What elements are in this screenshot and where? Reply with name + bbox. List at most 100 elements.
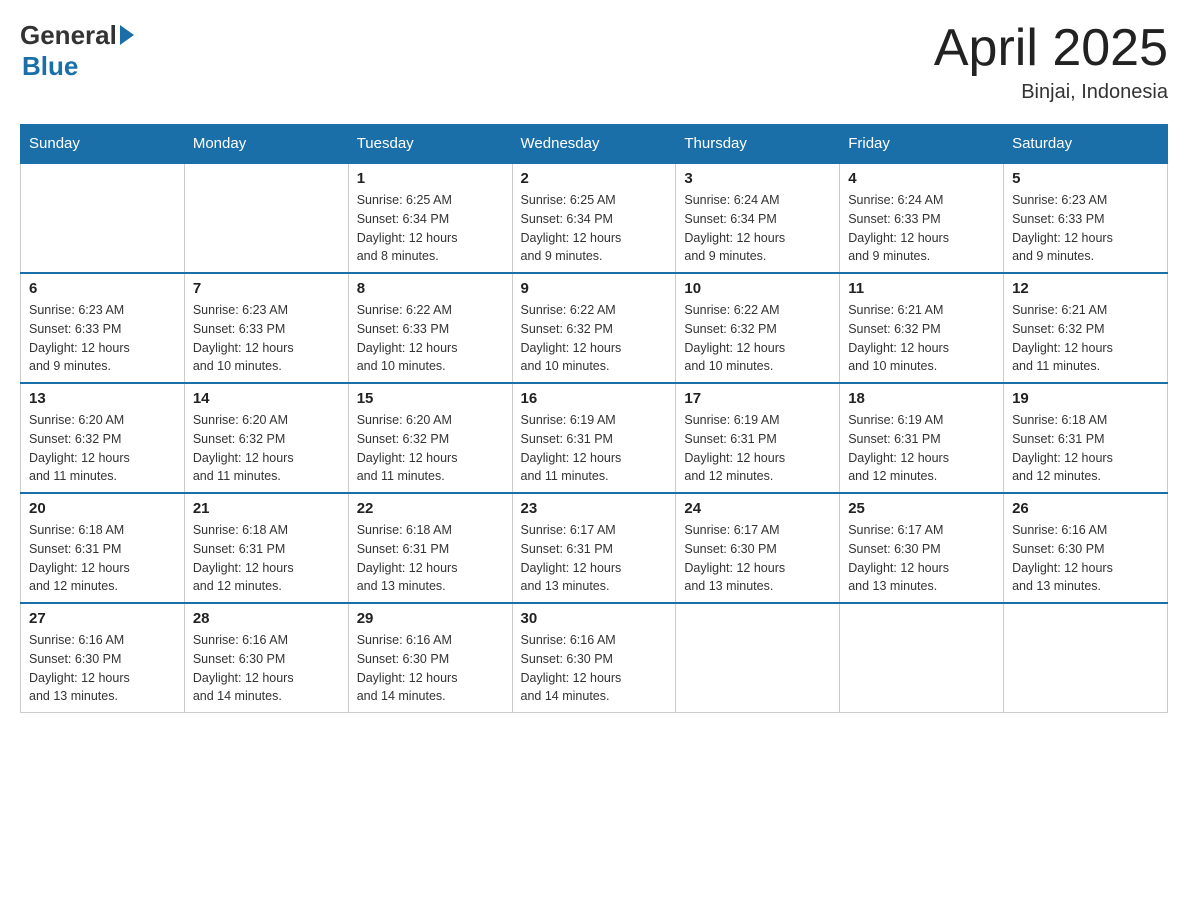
- day-info: Sunrise: 6:23 AMSunset: 6:33 PMDaylight:…: [29, 301, 176, 376]
- title-section: April 2025 Binjai, Indonesia: [934, 20, 1168, 104]
- day-info: Sunrise: 6:18 AMSunset: 6:31 PMDaylight:…: [29, 521, 176, 596]
- day-number: 5: [1012, 170, 1159, 187]
- day-number: 11: [848, 280, 995, 297]
- calendar-header-monday: Monday: [184, 125, 348, 164]
- calendar-header-friday: Friday: [840, 125, 1004, 164]
- day-info: Sunrise: 6:24 AMSunset: 6:34 PMDaylight:…: [684, 191, 831, 266]
- day-number: 12: [1012, 280, 1159, 297]
- day-info: Sunrise: 6:18 AMSunset: 6:31 PMDaylight:…: [1012, 411, 1159, 486]
- calendar-cell: 3 Sunrise: 6:24 AMSunset: 6:34 PMDaylight…: [676, 163, 840, 273]
- calendar-cell: 4 Sunrise: 6:24 AMSunset: 6:33 PMDaylight…: [840, 163, 1004, 273]
- calendar-cell: 8Sunrise: 6:22 AMSunset: 6:33 PMDaylight…: [348, 273, 512, 383]
- day-info: Sunrise: 6:24 AMSunset: 6:33 PMDaylight:…: [848, 191, 995, 266]
- calendar-cell: 13 Sunrise: 6:20 AMSunset: 6:32 PMDayligh…: [21, 383, 185, 493]
- calendar-cell: 1 Sunrise: 6:25 AMSunset: 6:34 PMDaylight…: [348, 163, 512, 273]
- day-number: 19: [1012, 390, 1159, 407]
- calendar-table: SundayMondayTuesdayWednesdayThursdayFrid…: [20, 124, 1168, 713]
- day-number: 30: [521, 610, 668, 627]
- day-number: 1: [357, 170, 504, 187]
- calendar-cell: 14 Sunrise: 6:20 AMSunset: 6:32 PMDayligh…: [184, 383, 348, 493]
- calendar-cell: 16 Sunrise: 6:19 AMSunset: 6:31 PMDayligh…: [512, 383, 676, 493]
- day-info: Sunrise: 6:17 AMSunset: 6:31 PMDaylight:…: [521, 521, 668, 596]
- logo-general-text: General: [20, 20, 117, 51]
- day-info: Sunrise: 6:20 AMSunset: 6:32 PMDaylight:…: [29, 411, 176, 486]
- calendar-cell: 22Sunrise: 6:18 AMSunset: 6:31 PMDayligh…: [348, 493, 512, 603]
- day-info: Sunrise: 6:21 AMSunset: 6:32 PMDaylight:…: [1012, 301, 1159, 376]
- day-info: Sunrise: 6:21 AMSunset: 6:32 PMDaylight:…: [848, 301, 995, 376]
- day-number: 9: [521, 280, 668, 297]
- day-number: 18: [848, 390, 995, 407]
- day-number: 7: [193, 280, 340, 297]
- day-info: Sunrise: 6:25 AMSunset: 6:34 PMDaylight:…: [357, 191, 504, 266]
- day-info: Sunrise: 6:17 AMSunset: 6:30 PMDaylight:…: [684, 521, 831, 596]
- calendar-header-row: SundayMondayTuesdayWednesdayThursdayFrid…: [21, 125, 1168, 164]
- day-info: Sunrise: 6:16 AMSunset: 6:30 PMDaylight:…: [193, 631, 340, 706]
- calendar-cell: 18 Sunrise: 6:19 AMSunset: 6:31 PMDayligh…: [840, 383, 1004, 493]
- calendar-cell: 28Sunrise: 6:16 AMSunset: 6:30 PMDayligh…: [184, 603, 348, 713]
- day-info: Sunrise: 6:19 AMSunset: 6:31 PMDaylight:…: [848, 411, 995, 486]
- day-number: 21: [193, 500, 340, 517]
- calendar-cell: 20 Sunrise: 6:18 AMSunset: 6:31 PMDayligh…: [21, 493, 185, 603]
- calendar-week-row-5: 27 Sunrise: 6:16 AMSunset: 6:30 PMDayligh…: [21, 603, 1168, 713]
- day-info: Sunrise: 6:20 AMSunset: 6:32 PMDaylight:…: [193, 411, 340, 486]
- day-number: 13: [29, 390, 176, 407]
- calendar-cell: [184, 163, 348, 273]
- day-number: 3: [684, 170, 831, 187]
- day-info: Sunrise: 6:17 AMSunset: 6:30 PMDaylight:…: [848, 521, 995, 596]
- day-info: Sunrise: 6:23 AMSunset: 6:33 PMDaylight:…: [193, 301, 340, 376]
- day-info: Sunrise: 6:19 AMSunset: 6:31 PMDaylight:…: [684, 411, 831, 486]
- calendar-cell: 17Sunrise: 6:19 AMSunset: 6:31 PMDayligh…: [676, 383, 840, 493]
- day-info: Sunrise: 6:16 AMSunset: 6:30 PMDaylight:…: [1012, 521, 1159, 596]
- day-number: 24: [684, 500, 831, 517]
- calendar-cell: 24 Sunrise: 6:17 AMSunset: 6:30 PMDayligh…: [676, 493, 840, 603]
- day-number: 15: [357, 390, 504, 407]
- logo-blue-text: Blue: [22, 51, 78, 82]
- day-number: 6: [29, 280, 176, 297]
- day-info: Sunrise: 6:19 AMSunset: 6:31 PMDaylight:…: [521, 411, 668, 486]
- calendar-week-row-3: 13 Sunrise: 6:20 AMSunset: 6:32 PMDayligh…: [21, 383, 1168, 493]
- day-info: Sunrise: 6:16 AMSunset: 6:30 PMDaylight:…: [521, 631, 668, 706]
- day-number: 27: [29, 610, 176, 627]
- day-info: Sunrise: 6:22 AMSunset: 6:32 PMDaylight:…: [684, 301, 831, 376]
- calendar-cell: [1004, 603, 1168, 713]
- calendar-header-thursday: Thursday: [676, 125, 840, 164]
- day-info: Sunrise: 6:22 AMSunset: 6:32 PMDaylight:…: [521, 301, 668, 376]
- calendar-cell: [21, 163, 185, 273]
- calendar-cell: [840, 603, 1004, 713]
- day-number: 26: [1012, 500, 1159, 517]
- calendar-cell: 29Sunrise: 6:16 AMSunset: 6:30 PMDayligh…: [348, 603, 512, 713]
- calendar-cell: 25 Sunrise: 6:17 AMSunset: 6:30 PMDayligh…: [840, 493, 1004, 603]
- logo-triangle-icon: [120, 25, 134, 45]
- day-number: 8: [357, 280, 504, 297]
- calendar-cell: 21 Sunrise: 6:18 AMSunset: 6:31 PMDayligh…: [184, 493, 348, 603]
- calendar-week-row-2: 6 Sunrise: 6:23 AMSunset: 6:33 PMDaylight…: [21, 273, 1168, 383]
- day-number: 14: [193, 390, 340, 407]
- calendar-header-tuesday: Tuesday: [348, 125, 512, 164]
- day-info: Sunrise: 6:23 AMSunset: 6:33 PMDaylight:…: [1012, 191, 1159, 266]
- calendar-cell: 6 Sunrise: 6:23 AMSunset: 6:33 PMDaylight…: [21, 273, 185, 383]
- day-number: 25: [848, 500, 995, 517]
- calendar-cell: [676, 603, 840, 713]
- day-number: 16: [521, 390, 668, 407]
- page-header: General Blue April 2025 Binjai, Indonesi…: [20, 20, 1168, 104]
- day-number: 20: [29, 500, 176, 517]
- month-title: April 2025: [934, 20, 1168, 77]
- day-info: Sunrise: 6:25 AMSunset: 6:34 PMDaylight:…: [521, 191, 668, 266]
- calendar-cell: 2Sunrise: 6:25 AMSunset: 6:34 PMDaylight…: [512, 163, 676, 273]
- calendar-cell: 27Sunrise: 6:16 AMSunset: 6:30 PMDayligh…: [21, 603, 185, 713]
- day-number: 10: [684, 280, 831, 297]
- calendar-cell: 15Sunrise: 6:20 AMSunset: 6:32 PMDayligh…: [348, 383, 512, 493]
- calendar-header-wednesday: Wednesday: [512, 125, 676, 164]
- calendar-week-row-4: 20 Sunrise: 6:18 AMSunset: 6:31 PMDayligh…: [21, 493, 1168, 603]
- day-number: 29: [357, 610, 504, 627]
- day-number: 22: [357, 500, 504, 517]
- day-number: 4: [848, 170, 995, 187]
- calendar-cell: 11 Sunrise: 6:21 AMSunset: 6:32 PMDayligh…: [840, 273, 1004, 383]
- calendar-cell: 7 Sunrise: 6:23 AMSunset: 6:33 PMDaylight…: [184, 273, 348, 383]
- logo: General Blue: [20, 20, 134, 82]
- calendar-cell: 9 Sunrise: 6:22 AMSunset: 6:32 PMDaylight…: [512, 273, 676, 383]
- day-info: Sunrise: 6:18 AMSunset: 6:31 PMDaylight:…: [193, 521, 340, 596]
- calendar-cell: 23Sunrise: 6:17 AMSunset: 6:31 PMDayligh…: [512, 493, 676, 603]
- calendar-week-row-1: 1 Sunrise: 6:25 AMSunset: 6:34 PMDaylight…: [21, 163, 1168, 273]
- location-label: Binjai, Indonesia: [934, 81, 1168, 104]
